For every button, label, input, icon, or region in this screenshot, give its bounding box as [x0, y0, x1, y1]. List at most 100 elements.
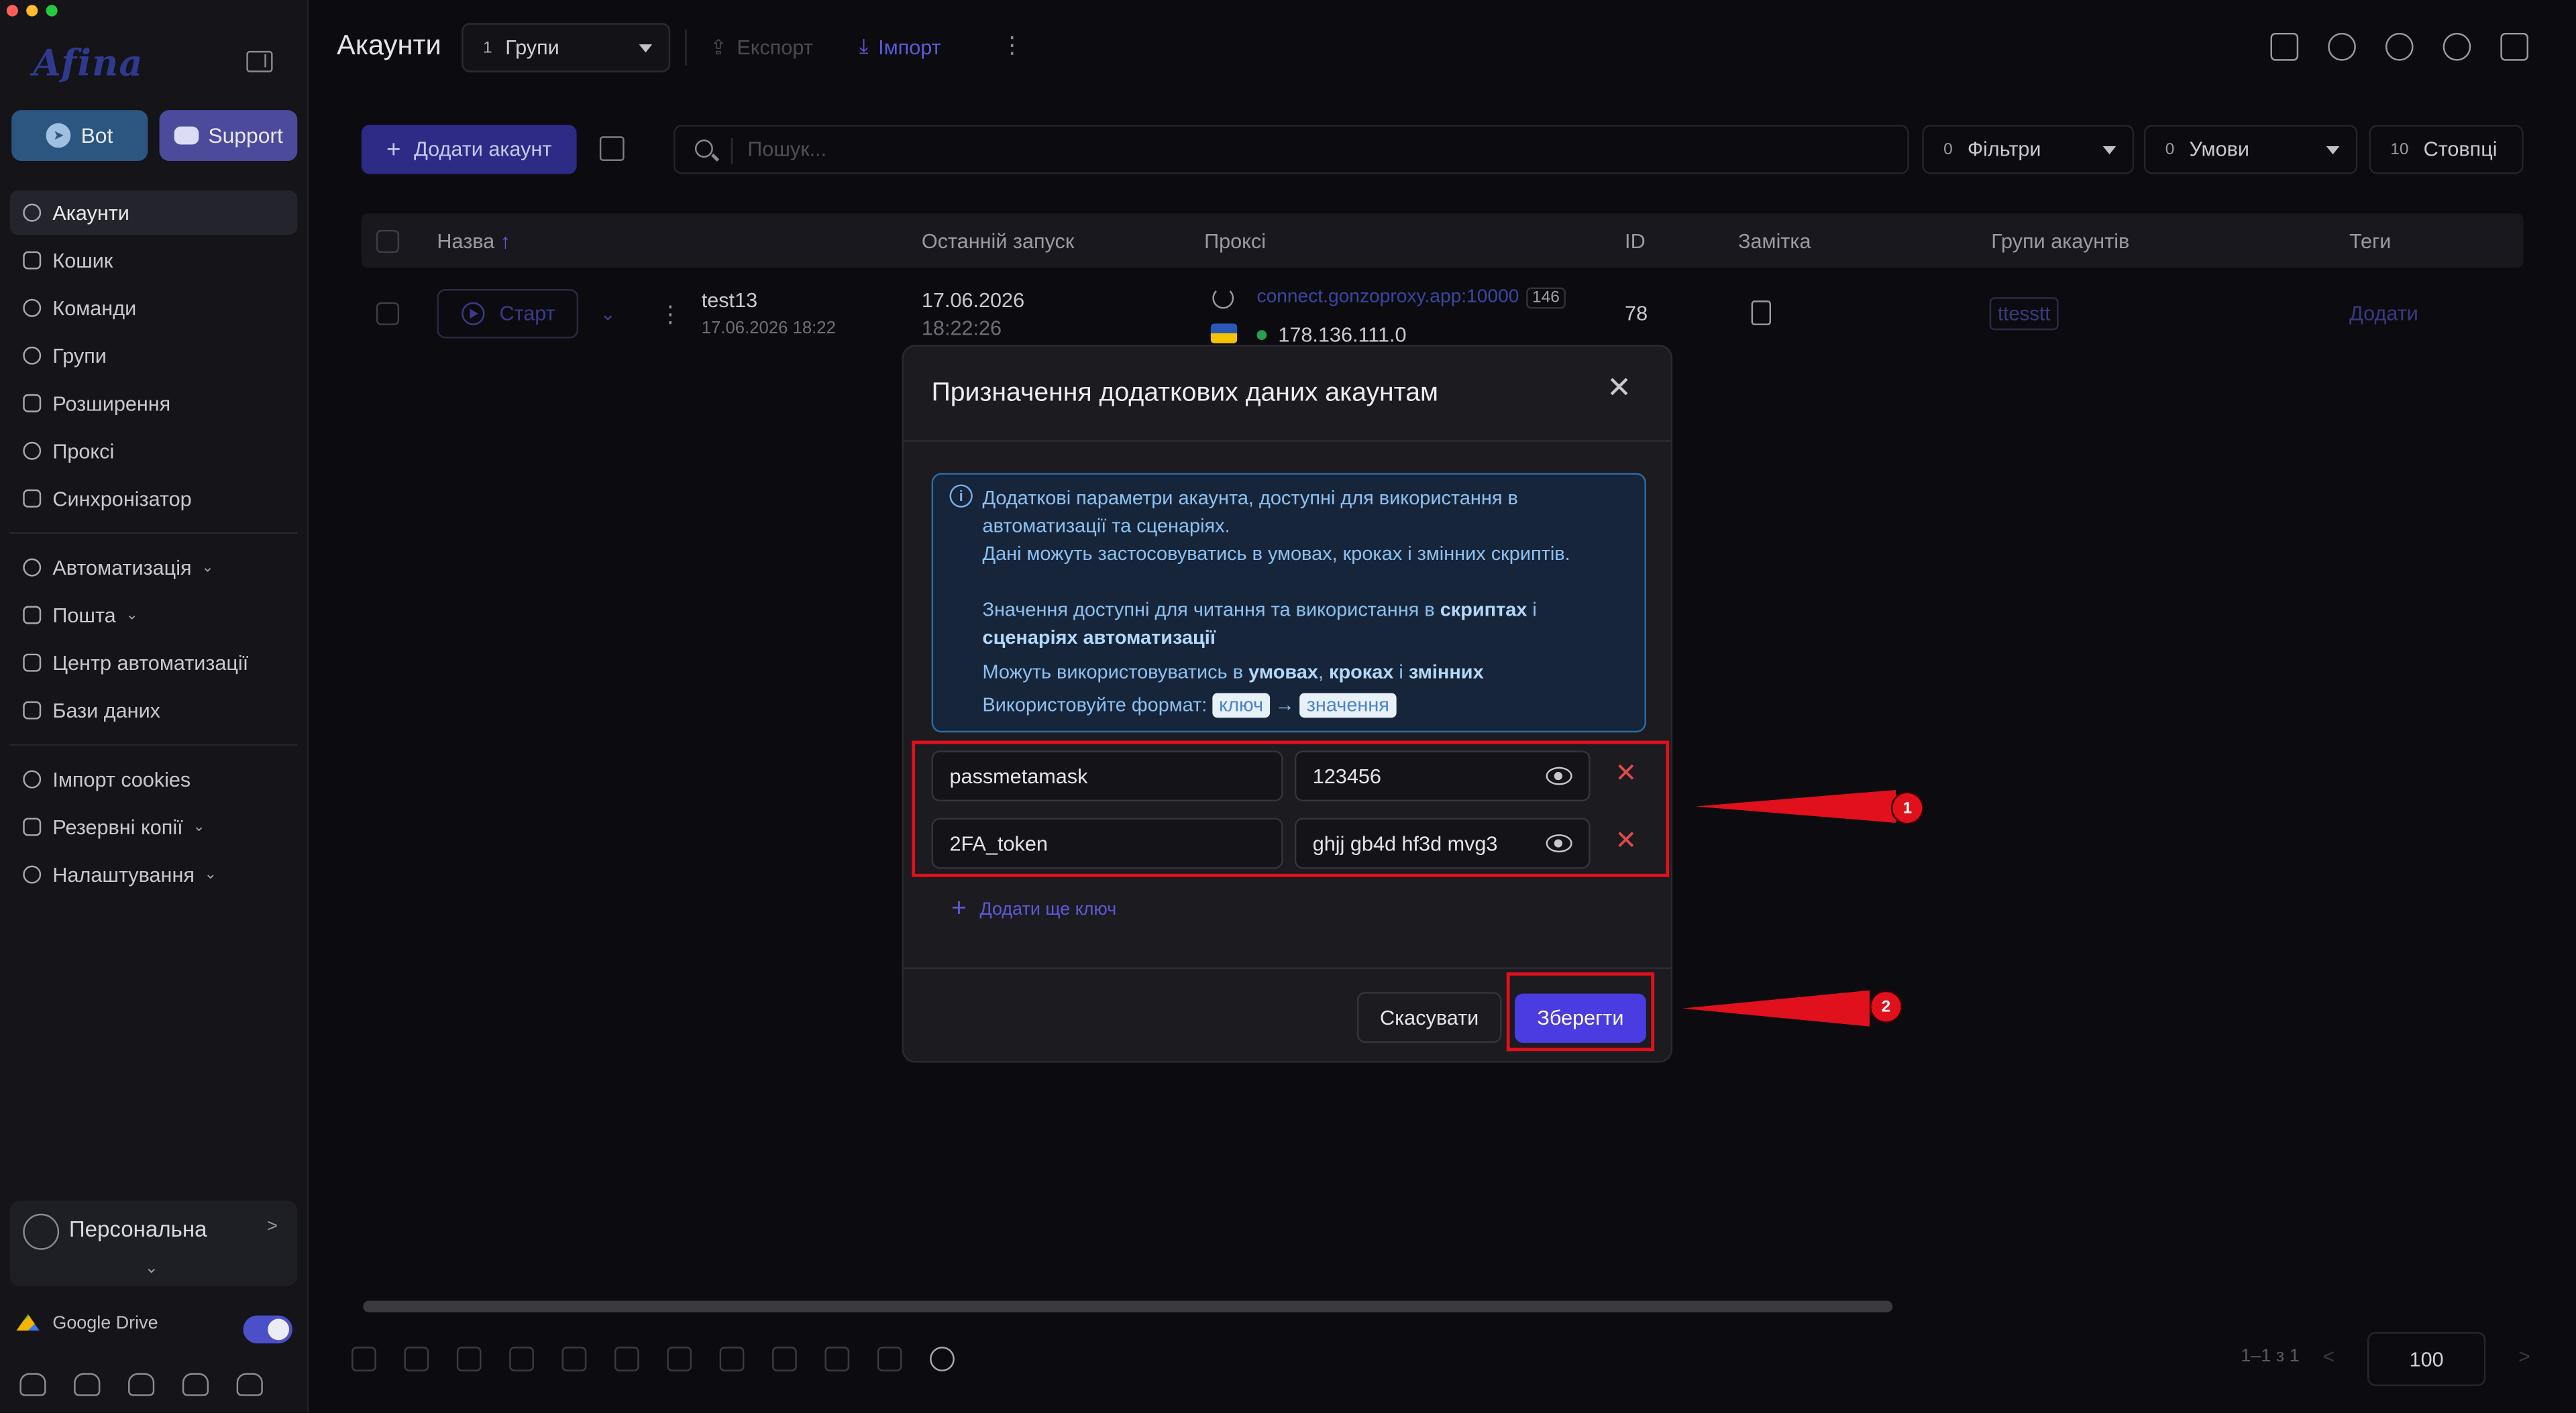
info-icon: i	[949, 484, 973, 508]
gear-icon[interactable]	[2443, 32, 2471, 61]
sidebar-collapse-icon[interactable]	[246, 50, 273, 72]
refresh-icon[interactable]	[930, 1347, 955, 1371]
group-tag[interactable]: ttesstt	[1989, 297, 2059, 331]
sidebar-item-settings[interactable]: Налаштування ⌄	[10, 852, 298, 897]
cloud-upload-icon[interactable]	[19, 1373, 46, 1396]
sidebar-item-backups[interactable]: Резервні копії ⌄	[10, 805, 298, 849]
layout-icon[interactable]	[2500, 32, 2529, 61]
app-logo: Afina	[32, 42, 144, 86]
sidebar-item-teams[interactable]: Команди	[10, 286, 298, 330]
add-account-button[interactable]: + Додати акаунт	[361, 125, 577, 174]
chevron-down-icon[interactable]	[719, 1347, 745, 1371]
row-more-icon[interactable]: ⋮	[659, 302, 682, 325]
proxy-host[interactable]: connect.gonzoproxy.app:10000 146	[1256, 287, 1566, 309]
import-button[interactable]: ⤓ Імпорт	[859, 34, 941, 59]
column-header-name[interactable]: Назва ↑	[437, 230, 511, 253]
refresh-icon[interactable]	[1212, 287, 1234, 309]
horizontal-scrollbar[interactable]	[363, 1300, 1893, 1312]
close-icon[interactable]: ✕	[1607, 373, 1631, 402]
cancel-button[interactable]: Скасувати	[1356, 992, 1502, 1043]
tag-icon[interactable]	[2270, 32, 2299, 61]
info-line: Можуть використовуватись в умовах, крока…	[982, 660, 1484, 683]
sidebar-item-accounts[interactable]: Акаунти	[9, 190, 298, 235]
select-all-checkbox[interactable]	[376, 229, 400, 253]
start-button[interactable]: Старт	[437, 289, 579, 339]
wifi-off-icon[interactable]	[824, 1347, 850, 1371]
tag-icon[interactable]	[352, 1347, 376, 1371]
sidebar-item-trash[interactable]: Кошик	[10, 238, 298, 282]
support-button[interactable]: Support	[159, 110, 298, 162]
users-icon[interactable]	[404, 1347, 429, 1371]
sidebar-item-automation-center[interactable]: Центр автоматизації	[10, 640, 298, 685]
sidebar-item-synchronizer[interactable]: Синхронізатор	[10, 476, 298, 520]
rows-per-page-select[interactable]: 100	[2367, 1332, 2486, 1386]
more-options-icon[interactable]: ⋮	[1000, 33, 1023, 56]
column-header-note[interactable]: Замітка	[1738, 230, 1811, 253]
filters-select[interactable]: 0 Фільтри	[1922, 125, 2135, 174]
caret-down-icon	[2326, 146, 2340, 155]
modal-divider	[903, 440, 1671, 442]
column-header-tags[interactable]: Теги	[2349, 230, 2391, 253]
eye-off-icon[interactable]	[236, 1373, 263, 1396]
google-drive-toggle[interactable]	[243, 1315, 292, 1344]
column-header-id[interactable]: ID	[1625, 230, 1646, 253]
annotation-arrow-1	[1695, 789, 1896, 823]
close-window-icon[interactable]	[6, 5, 18, 17]
chevron-right-icon: >	[267, 1217, 278, 1237]
list-icon[interactable]	[509, 1347, 534, 1371]
info-line: Використовуйте формат: ключ → значення	[983, 693, 1396, 718]
profile-switcher[interactable]: Персональна > ⌄	[9, 1200, 298, 1286]
prev-page-icon[interactable]: <	[2323, 1345, 2334, 1368]
avatar	[23, 1213, 60, 1250]
chevron-down-icon: ⌄	[193, 817, 205, 835]
sidebar-item-import-cookies[interactable]: Імпорт cookies	[10, 757, 298, 801]
file-icon[interactable]	[456, 1347, 482, 1371]
next-page-icon[interactable]: >	[2518, 1345, 2530, 1368]
add-key-button[interactable]: + Додати ще ключ	[951, 895, 1116, 925]
sidebar-item-databases[interactable]: Бази даних	[10, 688, 298, 732]
annotation-arrow-2	[1682, 990, 1870, 1027]
folder-download-icon[interactable]	[182, 1373, 209, 1396]
proxy-ip: 178.136.111.0	[1278, 323, 1407, 347]
add-tag-link[interactable]: Додати	[2349, 302, 2418, 325]
clipboard-icon[interactable]	[1751, 300, 1772, 325]
mail-icon	[23, 606, 42, 624]
bulk-actions-bar	[352, 1347, 955, 1371]
chevron-down-icon[interactable]: ⌄	[600, 302, 616, 325]
column-header-last-run[interactable]: Останній запуск	[922, 230, 1074, 253]
search-placeholder: Пошук...	[747, 137, 827, 162]
sidebar-item-groups[interactable]: Групи	[10, 333, 298, 378]
globe-icon[interactable]	[2385, 32, 2414, 61]
sidebar-item-proxy[interactable]: Проксі	[10, 429, 298, 473]
conditions-select[interactable]: 0 Умови	[2143, 125, 2358, 174]
user-circle-icon	[23, 203, 42, 222]
play-icon[interactable]	[667, 1347, 692, 1371]
row-checkbox[interactable]	[376, 302, 400, 325]
palette-icon[interactable]	[614, 1347, 639, 1371]
export-button[interactable]: ⇪ Експорт	[710, 34, 813, 60]
sidebar-item-extensions[interactable]: Розширення	[10, 381, 298, 425]
trash-icon[interactable]	[877, 1347, 902, 1371]
palette-icon[interactable]	[2328, 32, 2356, 61]
folder-upload-icon[interactable]	[128, 1373, 155, 1396]
stop-icon[interactable]	[772, 1347, 797, 1371]
sidebar-item-mail[interactable]: Пошта ⌄	[10, 593, 298, 637]
column-header-proxy[interactable]: Проксі	[1204, 230, 1266, 253]
columns-select[interactable]: 10 Стовпці	[2369, 125, 2524, 174]
bulk-add-icon[interactable]	[599, 136, 625, 162]
group-select[interactable]: 1 Групи	[462, 23, 671, 72]
search-icon	[694, 139, 713, 158]
search-input[interactable]: Пошук...	[674, 125, 1909, 174]
column-header-account-groups[interactable]: Групи акаунтів	[1991, 230, 2129, 253]
maximize-window-icon[interactable]	[46, 5, 58, 17]
minimize-window-icon[interactable]	[26, 5, 38, 17]
info-line: сценаріях автоматизації	[982, 626, 1216, 649]
chevron-down-icon[interactable]: ⌄	[145, 1259, 159, 1278]
info-line: автоматизації та сценаріях.	[982, 514, 1230, 537]
annotation-marker-2: 2	[1869, 990, 1902, 1023]
sidebar-item-automation[interactable]: Автоматизація ⌄	[10, 545, 298, 589]
copy-icon[interactable]	[561, 1347, 587, 1371]
cloud-download-icon[interactable]	[74, 1373, 101, 1396]
plus-icon: +	[386, 135, 401, 164]
bot-button[interactable]: ➤ Bot	[11, 110, 148, 162]
